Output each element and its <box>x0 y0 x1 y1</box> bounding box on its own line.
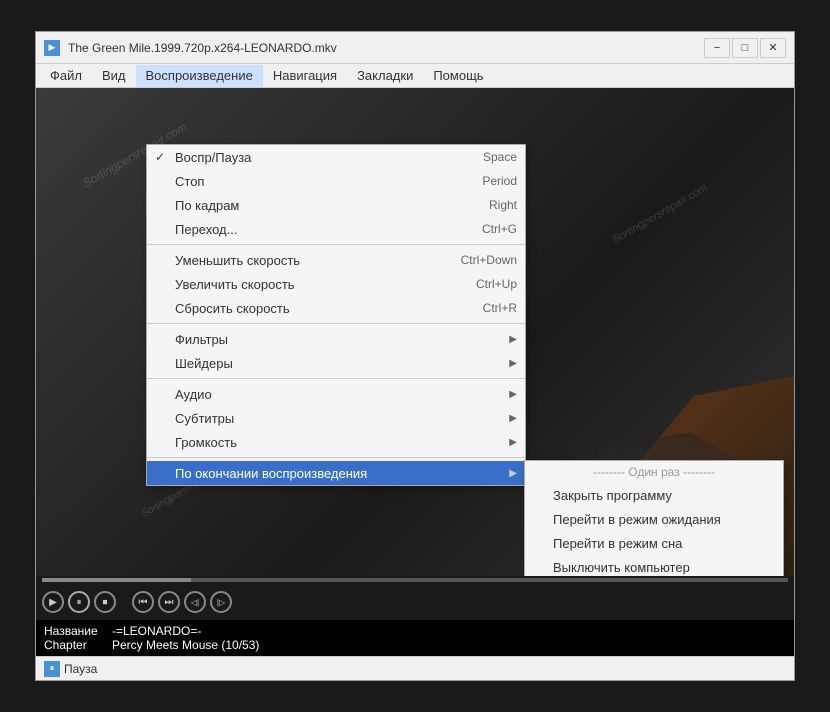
name-value: -=LEONARDO=- <box>112 624 201 638</box>
audio-arrow: ▶ <box>509 389 517 400</box>
menu-bar: Файл Вид Воспроизведение Навигация Закла… <box>36 64 794 88</box>
menu-file[interactable]: Файл <box>40 65 92 87</box>
menu-entry-goto[interactable]: Переход... Ctrl+G <box>147 217 525 241</box>
status-icon: ⏸ <box>44 661 60 677</box>
frame-back-button[interactable]: ◁| <box>184 591 206 613</box>
standby-label: Перейти в режим ожидания <box>553 512 721 527</box>
menu-entry-frame[interactable]: По кадрам Right <box>147 193 525 217</box>
menu-entry-increase-speed[interactable]: Увеличить скорость Ctrl+Up <box>147 272 525 296</box>
volume-label: Громкость <box>175 435 237 450</box>
play-button[interactable]: ▶ <box>42 591 64 613</box>
main-window: ▶ The Green Mile.1999.720p.x264-LEONARDO… <box>35 31 795 681</box>
controls-bar: ▶ ⏸ ⏹ ⏮ ⏭ ◁| |▷ <box>36 584 794 620</box>
close-app-label: Закрыть программу <box>553 488 672 503</box>
pause-button[interactable]: ⏸ <box>68 591 90 613</box>
menu-help[interactable]: Помощь <box>423 65 493 87</box>
menu-entry-play-pause[interactable]: ✓ Воспр/Пауза Space <box>147 145 525 169</box>
progress-bar-container[interactable] <box>36 576 794 584</box>
frame-forward-button[interactable]: |▷ <box>210 591 232 613</box>
menu-entry-filters[interactable]: Фильтры ▶ <box>147 327 525 351</box>
check-icon: ✓ <box>155 150 165 164</box>
window-controls: − □ ✕ <box>704 38 786 58</box>
sleep-label: Перейти в режим сна <box>553 536 682 551</box>
watermark-2: Sortingpersrepair.com <box>610 182 709 246</box>
audio-label: Аудио <box>175 387 212 402</box>
stop-shortcut: Period <box>482 174 517 188</box>
separator-3 <box>147 378 525 379</box>
title-bar: ▶ The Green Mile.1999.720p.x264-LEONARDO… <box>36 32 794 64</box>
name-row: Название -=LEONARDO=- <box>44 624 786 638</box>
subtitles-arrow: ▶ <box>509 413 517 424</box>
reset-speed-shortcut: Ctrl+R <box>483 301 517 315</box>
menu-entry-subtitles[interactable]: Субтитры ▶ <box>147 406 525 430</box>
shaders-arrow: ▶ <box>509 358 517 369</box>
separator-1 <box>147 244 525 245</box>
frame-shortcut: Right <box>489 198 517 212</box>
after-play-label: По окончании воспроизведения <box>175 466 367 481</box>
separator-2 <box>147 323 525 324</box>
after-play-arrow: ▶ <box>509 468 517 479</box>
filters-arrow: ▶ <box>509 334 517 345</box>
video-area: Sortingpersrepair.com Sortingpersrepair.… <box>36 88 794 576</box>
shaders-label: Шейдеры <box>175 356 233 371</box>
chapter-value: Percy Meets Mouse (10/53) <box>112 638 259 652</box>
frame-label: По кадрам <box>175 198 239 213</box>
subtitles-label: Субтитры <box>175 411 234 426</box>
menu-view[interactable]: Вид <box>92 65 136 87</box>
minimize-button[interactable]: − <box>704 38 730 58</box>
decrease-speed-label: Уменьшить скорость <box>175 253 300 268</box>
next-button[interactable]: ⏭ <box>158 591 180 613</box>
stop-label: Стоп <box>175 174 204 189</box>
filters-label: Фильтры <box>175 332 228 347</box>
menu-navigate[interactable]: Навигация <box>263 65 347 87</box>
maximize-button[interactable]: □ <box>732 38 758 58</box>
menu-entry-audio[interactable]: Аудио ▶ <box>147 382 525 406</box>
after-play-submenu[interactable]: -------- Один раз -------- Закрыть прогр… <box>524 460 784 576</box>
decrease-speed-shortcut: Ctrl+Down <box>461 253 517 267</box>
separator-4 <box>147 457 525 458</box>
menu-entry-shaders[interactable]: Шейдеры ▶ <box>147 351 525 375</box>
name-label: Название <box>44 624 104 638</box>
play-pause-label: Воспр/Пауза <box>175 150 251 165</box>
menu-entry-reset-speed[interactable]: Сбросить скорость Ctrl+R <box>147 296 525 320</box>
chapter-row: Chapter Percy Meets Mouse (10/53) <box>44 638 786 652</box>
menu-entry-decrease-speed[interactable]: Уменьшить скорость Ctrl+Down <box>147 248 525 272</box>
menu-entry-volume[interactable]: Громкость ▶ <box>147 430 525 454</box>
info-bar: Название -=LEONARDO=- Chapter Percy Meet… <box>36 620 794 656</box>
menu-entry-after-play[interactable]: По окончании воспроизведения ▶ <box>147 461 525 485</box>
status-bar: ⏸ Пауза <box>36 656 794 680</box>
once-label: -------- Один раз -------- <box>525 461 783 483</box>
menu-entry-close-app[interactable]: Закрыть программу <box>525 483 783 507</box>
progress-fill <box>42 578 191 582</box>
menu-entry-shutdown[interactable]: Выключить компьютер <box>525 555 783 576</box>
menu-entry-standby[interactable]: Перейти в режим ожидания <box>525 507 783 531</box>
stop-button[interactable]: ⏹ <box>94 591 116 613</box>
menu-bookmarks[interactable]: Закладки <box>347 65 423 87</box>
status-text: Пауза <box>64 662 97 676</box>
menu-entry-sleep[interactable]: Перейти в режим сна <box>525 531 783 555</box>
progress-track[interactable] <box>42 578 788 582</box>
menu-playback[interactable]: Воспроизведение <box>136 65 263 87</box>
close-button[interactable]: ✕ <box>760 38 786 58</box>
increase-speed-shortcut: Ctrl+Up <box>476 277 517 291</box>
increase-speed-label: Увеличить скорость <box>175 277 295 292</box>
window-title: The Green Mile.1999.720p.x264-LEONARDO.m… <box>68 41 704 55</box>
volume-arrow: ▶ <box>509 437 517 448</box>
chapter-label: Chapter <box>44 638 104 652</box>
goto-shortcut: Ctrl+G <box>482 222 517 236</box>
shutdown-label: Выключить компьютер <box>553 560 690 575</box>
menu-entry-stop[interactable]: Стоп Period <box>147 169 525 193</box>
goto-label: Переход... <box>175 222 237 237</box>
play-pause-shortcut: Space <box>483 150 517 164</box>
app-icon: ▶ <box>44 40 60 56</box>
prev-button[interactable]: ⏮ <box>132 591 154 613</box>
reset-speed-label: Сбросить скорость <box>175 301 290 316</box>
playback-dropdown[interactable]: ✓ Воспр/Пауза Space Стоп Period По кадра… <box>146 144 526 486</box>
